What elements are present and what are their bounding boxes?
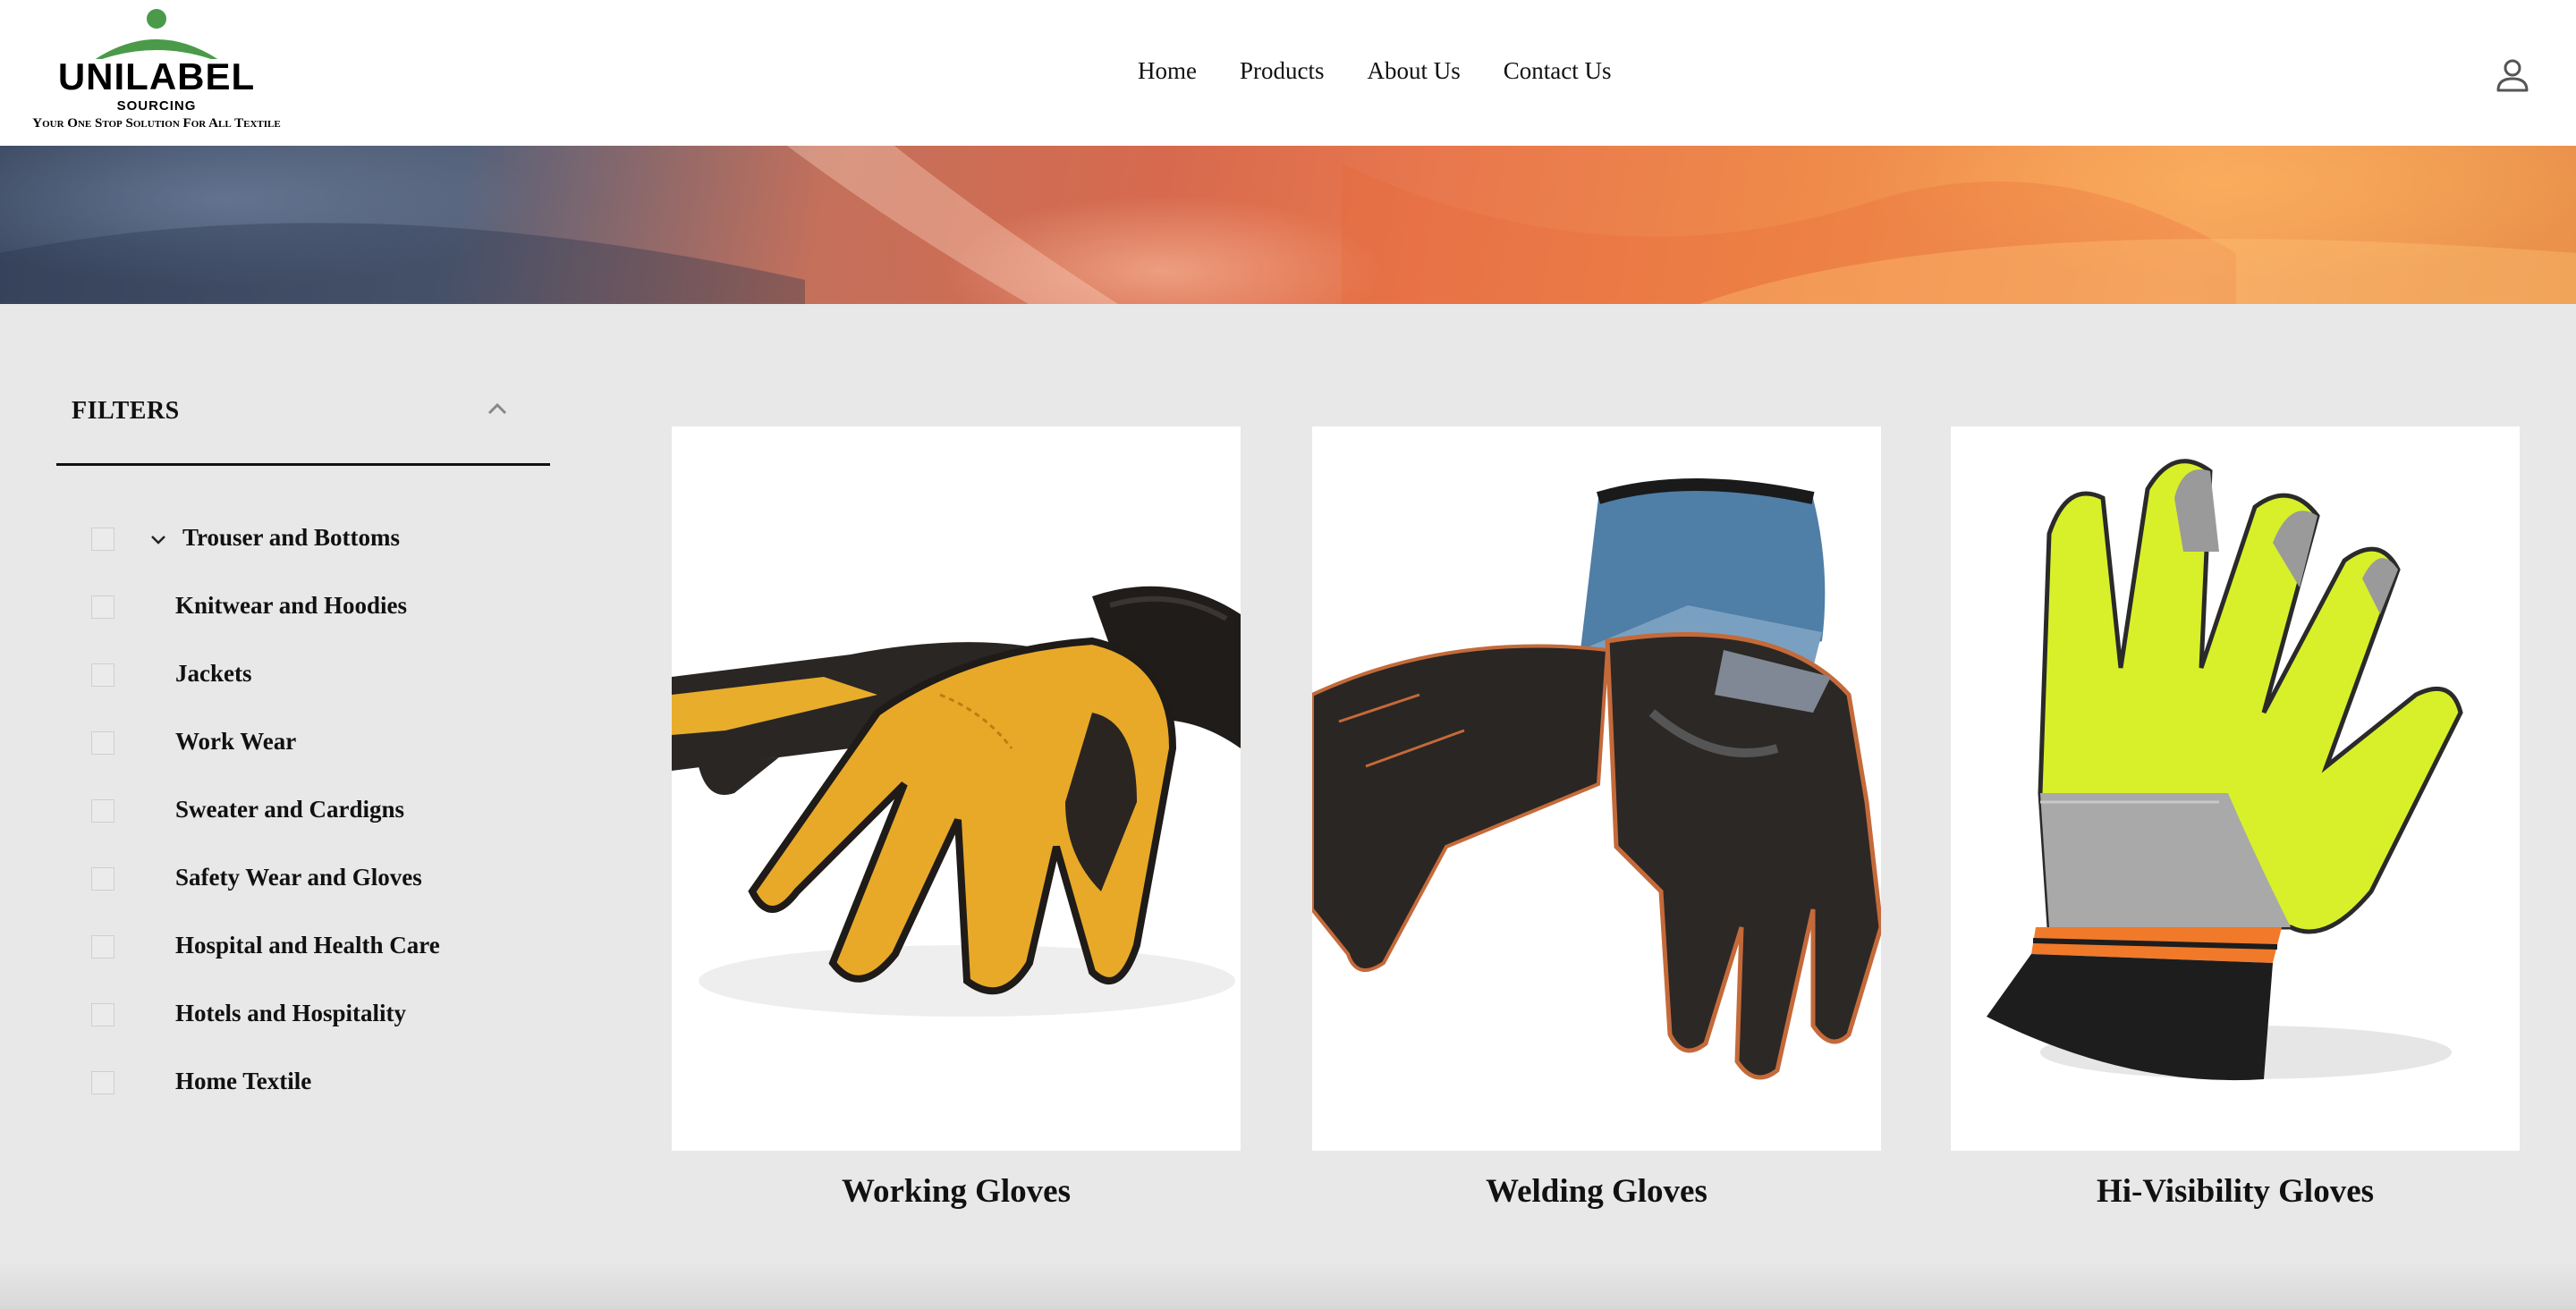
filters-title: FILTERS bbox=[72, 397, 180, 425]
product-name[interactable]: Working Gloves bbox=[672, 1172, 1241, 1211]
working-gloves-image bbox=[672, 586, 1241, 1017]
filter-checkbox[interactable] bbox=[91, 731, 114, 755]
filter-label: Hospital and Health Care bbox=[175, 932, 440, 959]
filter-label: Hotels and Hospitality bbox=[175, 1000, 407, 1026]
hi-visibility-gloves-image bbox=[1987, 459, 2463, 1081]
chevron-up-icon[interactable] bbox=[486, 397, 509, 420]
site-header: UNILABEL SOURCING Your One Stop Solution… bbox=[0, 0, 2576, 146]
logo-figure-icon bbox=[88, 9, 225, 64]
filter-checkbox[interactable] bbox=[91, 1071, 114, 1094]
filter-item-safety-wear-and-gloves[interactable]: Safety Wear and Gloves bbox=[89, 858, 537, 926]
hero-banner-fabric bbox=[0, 146, 2576, 304]
filter-checkbox[interactable] bbox=[91, 935, 114, 959]
product-card-working-gloves[interactable]: Working Gloves bbox=[672, 426, 1241, 1211]
product-image[interactable] bbox=[1312, 426, 1881, 1151]
filter-item-hotels-and-hospitality[interactable]: Hotels and Hospitality bbox=[89, 994, 537, 1062]
filter-label: Jackets bbox=[175, 660, 252, 687]
filter-label: Sweater and Cardigns bbox=[175, 796, 405, 823]
page-bottom-shade bbox=[0, 1261, 2576, 1309]
filter-checkbox[interactable] bbox=[91, 528, 114, 551]
filter-item-sweater-and-cardigans[interactable]: Sweater and Cardigns bbox=[89, 790, 537, 858]
product-card-hi-visibility-gloves[interactable]: Hi-Visibility Gloves bbox=[1951, 426, 2520, 1211]
logo-tagline: Your One Stop Solution For All Textile bbox=[32, 116, 281, 131]
filter-checkbox[interactable] bbox=[91, 663, 114, 687]
filter-label: Home Textile bbox=[175, 1068, 312, 1094]
chevron-down-icon[interactable] bbox=[148, 529, 168, 549]
filter-item-jackets[interactable]: Jackets bbox=[89, 654, 537, 722]
filter-checkbox[interactable] bbox=[91, 595, 114, 619]
logo-wordmark: UNILABEL bbox=[57, 55, 256, 97]
filter-list: Trouser and Bottoms Knitwear and Hoodies… bbox=[89, 519, 537, 1130]
filters-toggle[interactable]: FILTERS bbox=[56, 384, 550, 466]
product-card-welding-gloves[interactable]: Welding Gloves bbox=[1312, 426, 1881, 1211]
filter-checkbox[interactable] bbox=[91, 1003, 114, 1026]
logo-subtitle: SOURCING bbox=[116, 98, 197, 114]
main-nav: Home Products About Us Contact Us bbox=[1138, 57, 1612, 85]
filter-checkbox[interactable] bbox=[91, 799, 114, 823]
filter-item-trouser-and-bottoms[interactable]: Trouser and Bottoms bbox=[89, 519, 537, 587]
filter-item-hospital-and-health-care[interactable]: Hospital and Health Care bbox=[89, 926, 537, 994]
unilabel-logo[interactable]: UNILABEL SOURCING Your One Stop Solution… bbox=[27, 5, 286, 138]
product-image[interactable] bbox=[672, 426, 1241, 1151]
filter-label: Work Wear bbox=[175, 728, 297, 755]
product-name[interactable]: Welding Gloves bbox=[1312, 1172, 1881, 1211]
filter-item-work-wear[interactable]: Work Wear bbox=[89, 722, 537, 790]
nav-products[interactable]: Products bbox=[1240, 57, 1325, 85]
product-image[interactable] bbox=[1951, 426, 2520, 1151]
filter-label: Knitwear and Hoodies bbox=[175, 592, 408, 619]
filter-item-home-textile[interactable]: Home Textile bbox=[89, 1062, 537, 1130]
user-icon[interactable] bbox=[2496, 57, 2529, 93]
welding-gloves-image bbox=[1312, 478, 1881, 1080]
nav-home[interactable]: Home bbox=[1138, 57, 1197, 85]
filter-label: Safety Wear and Gloves bbox=[175, 864, 422, 891]
nav-about-us[interactable]: About Us bbox=[1367, 57, 1460, 85]
filter-checkbox[interactable] bbox=[91, 867, 114, 891]
filter-item-knitwear-and-hoodies[interactable]: Knitwear and Hoodies bbox=[89, 587, 537, 654]
product-name[interactable]: Hi-Visibility Gloves bbox=[1951, 1172, 2520, 1211]
filter-label: Trouser and Bottoms bbox=[182, 524, 401, 551]
nav-contact-us[interactable]: Contact Us bbox=[1504, 57, 1612, 85]
